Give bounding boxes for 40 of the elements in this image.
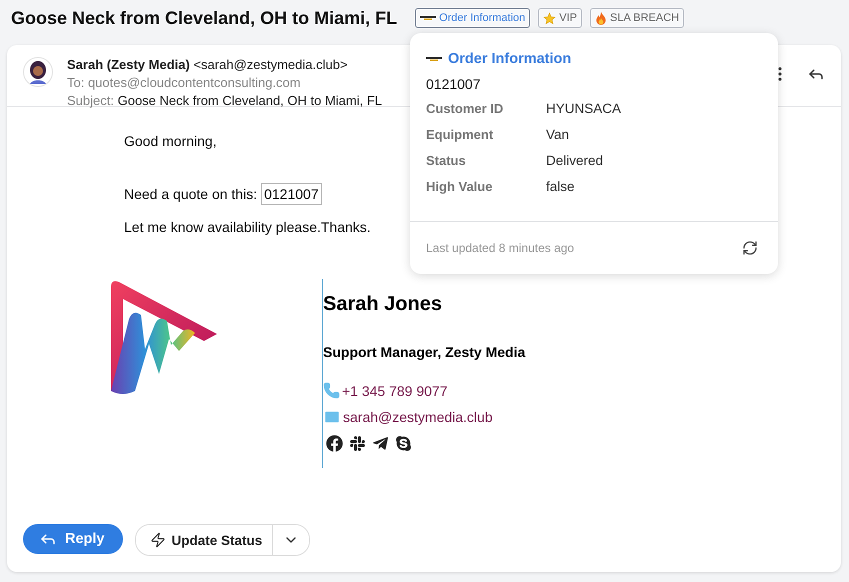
body-text: Good morning, (124, 132, 217, 151)
tag[interactable]: Order Information (415, 8, 530, 28)
popover-title: Order Information (448, 51, 572, 67)
refresh-icon[interactable] (742, 240, 758, 256)
field-label: Status (426, 152, 467, 170)
field-value: HYUNSACA (546, 100, 622, 118)
logo-icon (426, 56, 442, 62)
sender: Sarah (Zesty Media) <sarah@zestymedia.club> (67, 57, 348, 72)
logo-icon (420, 15, 436, 21)
field-label: Customer ID (426, 100, 504, 118)
order-number: 0121007 (426, 76, 482, 92)
last-updated: Last updated 8 minutes ago (426, 241, 574, 255)
telegram-icon[interactable] (372, 435, 389, 452)
field-label: High Value (426, 178, 494, 196)
skype-icon[interactable] (395, 435, 412, 452)
update-status-button[interactable]: Update Status (136, 525, 274, 555)
signature-name: Sarah Jones (323, 293, 443, 316)
flame-icon (595, 11, 608, 25)
reply-button[interactable]: Reply (23, 524, 122, 554)
field-label: Equipment (426, 126, 494, 144)
body-text: Need a quote on this: (124, 185, 258, 204)
tag[interactable]: SLA BREACH (590, 8, 684, 28)
tag[interactable]: VIP (538, 8, 582, 28)
phone-number: +1 345 789 9077 (342, 382, 448, 398)
lightning-icon (150, 532, 166, 548)
facebook-icon[interactable] (326, 435, 343, 452)
email-address[interactable]: sarah@zestymedia.club (343, 409, 493, 425)
avatar (23, 57, 53, 87)
signature-role: Support Manager, Zesty Media (323, 344, 526, 360)
field-value: false (546, 178, 576, 196)
recipient: To: quotes@cloudcontentconsulting.com (67, 75, 301, 90)
star-icon (543, 12, 556, 24)
phone-icon (323, 382, 340, 399)
subject-line: Subject: Goose Neck from Cleveland, OH to Miami, FL (67, 93, 382, 108)
field-value: Van (546, 126, 570, 144)
field-value: Delivered (546, 152, 604, 170)
slack-icon[interactable] (349, 435, 366, 452)
body-text: Let me know availability please.Thanks. (124, 218, 371, 237)
order-number: 0121007 (261, 183, 322, 205)
page-title: Goose Neck from Cleveland, OH to Miami, FL (11, 8, 398, 28)
